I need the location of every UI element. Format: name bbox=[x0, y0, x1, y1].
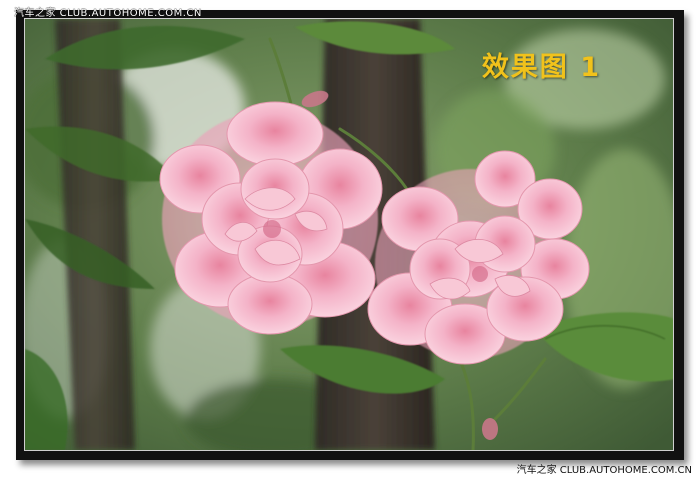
photo-frame: 效果图 1 bbox=[16, 10, 684, 460]
top-watermark: 汽车之家 CLUB.AUTOHOME.COM.CN bbox=[14, 8, 202, 19]
watermark-url: CLUB.AUTOHOME.COM.CN bbox=[559, 465, 692, 476]
bottom-watermark: 汽车之家 CLUB.AUTOHOME.COM.CN bbox=[517, 461, 692, 476]
watermark-site: 汽车之家 bbox=[516, 465, 557, 476]
flower-photo: 效果图 1 bbox=[24, 18, 674, 451]
caption-text: 效果图 1 bbox=[481, 52, 601, 83]
